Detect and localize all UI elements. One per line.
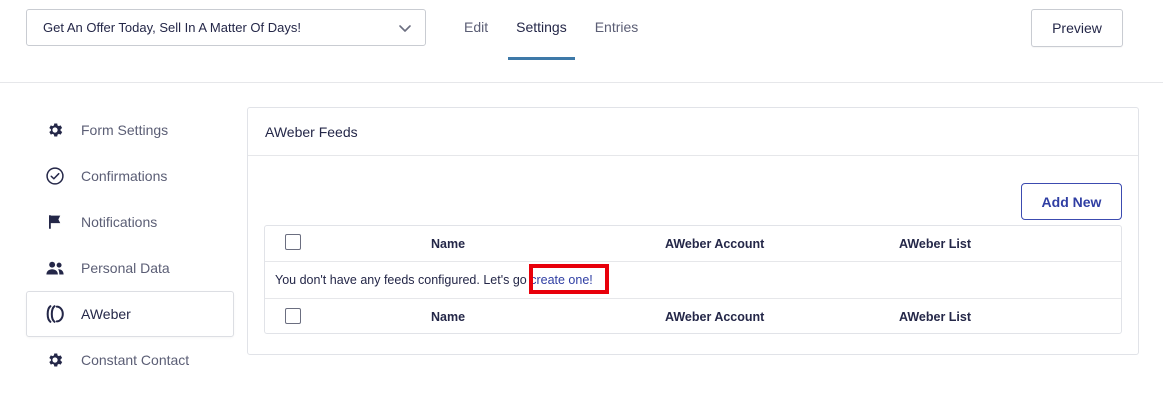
tab-entries[interactable]: Entries <box>581 0 653 60</box>
sidebar-item-personal-data[interactable]: Personal Data <box>26 245 234 291</box>
sidebar-item-label: Form Settings <box>81 122 169 138</box>
empty-feeds-message: You don't have any feeds configured. Let… <box>275 273 593 287</box>
sidebar-item-label: AWeber <box>81 306 131 322</box>
table-footer-row: Name AWeber Account AWeber List <box>265 299 1121 334</box>
table-row: You don't have any feeds configured. Let… <box>265 262 1121 299</box>
sidebar-item-label: Notifications <box>81 214 158 230</box>
flag-icon <box>44 211 66 233</box>
gear-icon <box>44 119 66 141</box>
add-new-button[interactable]: Add New <box>1021 183 1122 220</box>
empty-feeds-text: You don't have any feeds configured. Let… <box>275 273 531 287</box>
sidebar-item-form-settings[interactable]: Form Settings <box>26 107 234 153</box>
column-footer-aweber-list[interactable]: AWeber List <box>899 310 971 324</box>
select-all-checkbox-footer[interactable] <box>285 308 301 324</box>
aweber-feeds-panel: AWeber Feeds Add New Name AWeber Account… <box>247 107 1139 355</box>
table-header-row: Name AWeber Account AWeber List <box>265 226 1121 262</box>
settings-sidebar: Form Settings Confirmations Notification… <box>26 107 234 383</box>
sidebar-item-label: Personal Data <box>81 260 170 276</box>
column-footer-aweber-account[interactable]: AWeber Account <box>665 310 764 324</box>
feeds-table: Name AWeber Account AWeber List You don'… <box>264 225 1122 334</box>
aweber-icon <box>44 303 66 325</box>
form-selector-value: Get An Offer Today, Sell In A Matter Of … <box>43 20 301 35</box>
create-feed-link[interactable]: create one! <box>530 273 593 287</box>
column-footer-name[interactable]: Name <box>431 310 465 324</box>
form-tabs: Edit Settings Entries <box>450 0 652 60</box>
tab-edit[interactable]: Edit <box>450 0 502 60</box>
preview-button[interactable]: Preview <box>1031 9 1123 47</box>
tab-settings[interactable]: Settings <box>502 0 581 60</box>
form-selector[interactable]: Get An Offer Today, Sell In A Matter Of … <box>26 9 426 46</box>
sidebar-item-label: Confirmations <box>81 168 168 184</box>
column-header-aweber-account[interactable]: AWeber Account <box>665 237 764 251</box>
sidebar-item-aweber[interactable]: AWeber <box>26 291 234 337</box>
chevron-down-icon <box>399 25 411 32</box>
users-icon <box>44 257 66 279</box>
column-header-name[interactable]: Name <box>431 237 465 251</box>
top-bar: Get An Offer Today, Sell In A Matter Of … <box>0 0 1163 83</box>
check-circle-icon <box>44 165 66 187</box>
sidebar-item-label: Constant Contact <box>81 352 190 368</box>
select-all-checkbox[interactable] <box>285 234 301 250</box>
sidebar-item-notifications[interactable]: Notifications <box>26 199 234 245</box>
sidebar-item-constant-contact[interactable]: Constant Contact <box>26 337 234 383</box>
panel-title: AWeber Feeds <box>248 108 1138 156</box>
sidebar-item-confirmations[interactable]: Confirmations <box>26 153 234 199</box>
gear-icon <box>44 349 66 371</box>
column-header-aweber-list[interactable]: AWeber List <box>899 237 971 251</box>
